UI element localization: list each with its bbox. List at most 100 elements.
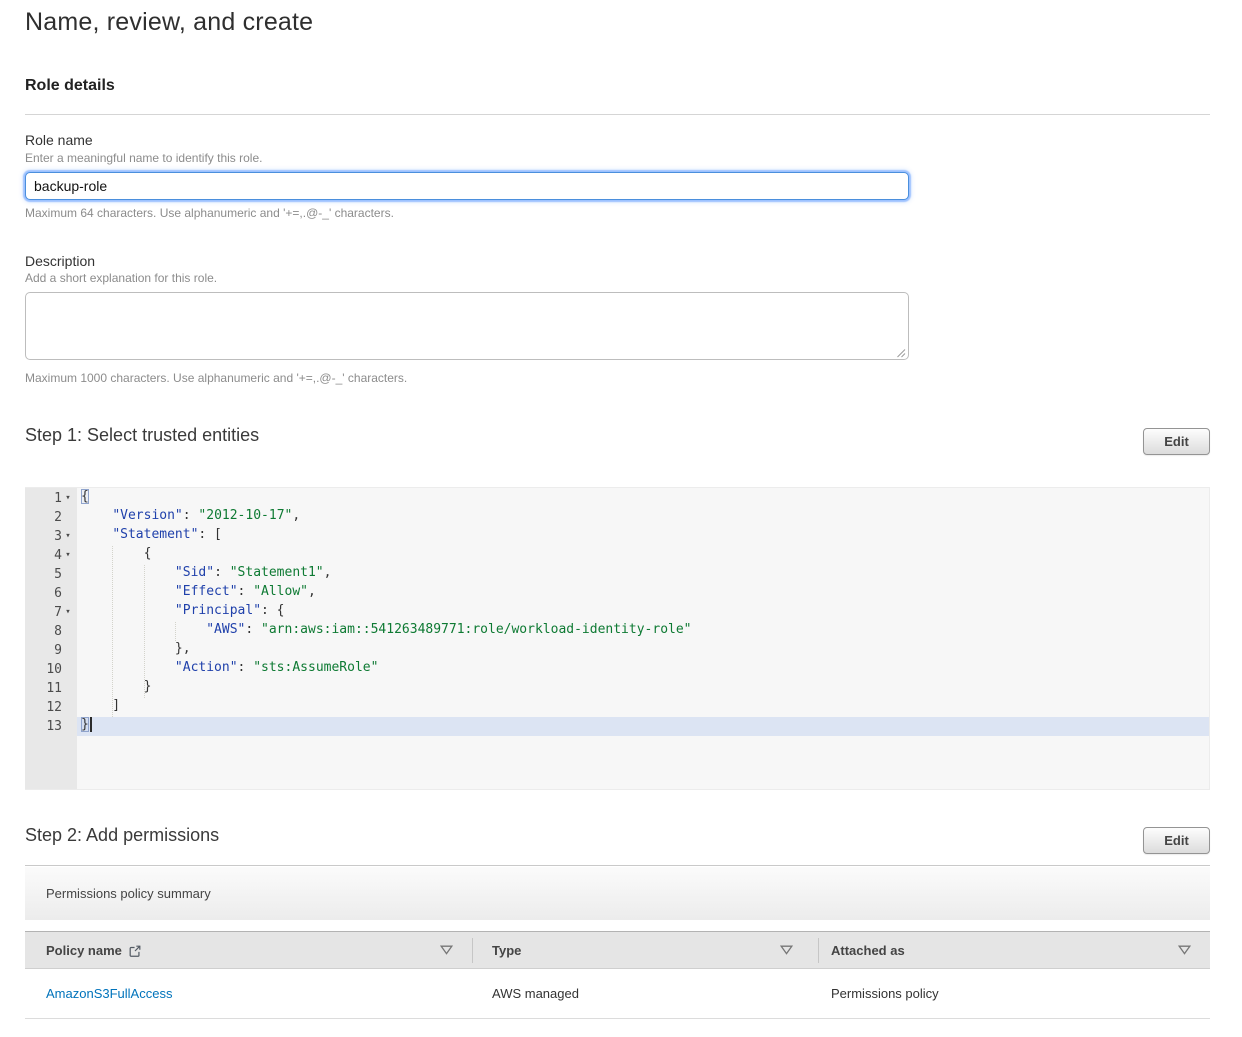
code-line: "Sid": "Statement1", xyxy=(77,565,1209,584)
code-token: , xyxy=(324,565,332,580)
description-label: Description xyxy=(25,253,95,269)
matched-bracket: } xyxy=(81,717,89,732)
role-name-help: Enter a meaningful name to identify this… xyxy=(25,151,262,165)
column-label: Type xyxy=(492,943,521,958)
trust-policy-editor[interactable]: 1▾23▾4▾567▾8910111213 { "Version": "2012… xyxy=(25,487,1210,790)
code-token: : xyxy=(245,622,261,637)
line-number: 6 xyxy=(54,586,62,601)
line-number: 4 xyxy=(54,548,62,563)
code-line: "Principal": { xyxy=(77,603,1209,622)
code-token: "Sid" xyxy=(175,565,214,580)
code-token xyxy=(81,527,112,542)
gutter-line: 13 xyxy=(25,717,77,736)
policy-type-cell: AWS managed xyxy=(492,986,579,1001)
column-header-policy-name: Policy name xyxy=(46,943,142,958)
code-token: "Allow" xyxy=(253,584,308,599)
code-token: "AWS" xyxy=(206,622,245,637)
permissions-summary-title: Permissions policy summary xyxy=(46,886,211,901)
code-token: "Action" xyxy=(175,660,238,675)
divider xyxy=(25,114,1210,115)
fold-arrow-icon[interactable]: ▾ xyxy=(62,489,74,508)
filter-icon-policy-name[interactable] xyxy=(440,945,453,955)
gutter-line: 7▾ xyxy=(25,603,77,622)
code-line: } xyxy=(77,717,1209,736)
code-token: : xyxy=(183,508,199,523)
line-number: 5 xyxy=(54,567,62,582)
filter-icon-type[interactable] xyxy=(780,945,793,955)
line-number: 1 xyxy=(54,491,62,506)
step2-heading: Step 2: Add permissions xyxy=(25,825,219,846)
editor-gutter: 1▾23▾4▾567▾8910111213 xyxy=(25,488,77,789)
external-link-icon xyxy=(128,944,142,958)
code-line: }, xyxy=(77,641,1209,660)
gutter-line: 9 xyxy=(25,641,77,660)
attached-as-cell: Permissions policy xyxy=(831,986,939,1001)
column-separator xyxy=(472,938,473,963)
filter-icon-attached-as[interactable] xyxy=(1178,945,1191,955)
column-separator xyxy=(818,938,819,963)
policy-name-link[interactable]: AmazonS3FullAccess xyxy=(46,986,172,1001)
divider xyxy=(25,865,1210,866)
code-token: , xyxy=(308,584,316,599)
code-token: , xyxy=(292,508,300,523)
line-number: 13 xyxy=(46,719,62,734)
role-name-constraint: Maximum 64 characters. Use alphanumeric … xyxy=(25,206,394,220)
code-token: : xyxy=(214,565,230,580)
code-token: : xyxy=(238,660,254,675)
code-token xyxy=(81,660,175,675)
line-number: 9 xyxy=(54,643,62,658)
fold-arrow-icon[interactable]: ▾ xyxy=(62,527,74,546)
code-token: "2012-10-17" xyxy=(198,508,292,523)
description-help: Add a short explanation for this role. xyxy=(25,271,217,285)
code-line: "Statement": [ xyxy=(77,527,1209,546)
indent-guide xyxy=(112,546,113,717)
line-number: 12 xyxy=(46,700,62,715)
description-textarea[interactable] xyxy=(25,292,909,360)
role-name-input[interactable] xyxy=(25,172,909,200)
editor-code: { "Version": "2012-10-17", "Statement": … xyxy=(77,488,1209,789)
gutter-line: 1▾ xyxy=(25,489,77,508)
gutter-line: 11 xyxy=(25,679,77,698)
code-token xyxy=(81,584,175,599)
gutter-line: 3▾ xyxy=(25,527,77,546)
column-label: Policy name xyxy=(46,943,122,958)
code-token: : xyxy=(238,584,254,599)
code-line: "Version": "2012-10-17", xyxy=(77,508,1209,527)
code-token: "Statement" xyxy=(112,527,198,542)
line-number: 2 xyxy=(54,510,62,525)
gutter-line: 12 xyxy=(25,698,77,717)
code-token: ] xyxy=(81,698,120,713)
indent-guide xyxy=(144,565,145,698)
step2-edit-button[interactable]: Edit xyxy=(1143,827,1210,854)
step1-heading: Step 1: Select trusted entities xyxy=(25,425,259,446)
code-line: "Action": "sts:AssumeRole" xyxy=(77,660,1209,679)
page-title: Name, review, and create xyxy=(25,8,313,37)
gutter-line: 6 xyxy=(25,584,77,603)
code-token: "sts:AssumeRole" xyxy=(253,660,378,675)
fold-arrow-icon[interactable]: ▾ xyxy=(62,603,74,622)
code-token: "arn:aws:iam::541263489771:role/workload… xyxy=(261,622,691,637)
code-line: } xyxy=(77,679,1209,698)
code-token: : { xyxy=(261,603,284,618)
line-number: 10 xyxy=(46,662,62,677)
line-number: 7 xyxy=(54,605,62,620)
fold-arrow-icon[interactable]: ▾ xyxy=(62,546,74,565)
code-token: "Principal" xyxy=(175,603,261,618)
gutter-line: 2 xyxy=(25,508,77,527)
gutter-line: 10 xyxy=(25,660,77,679)
line-number: 11 xyxy=(46,681,62,696)
permissions-table-header: Policy name Type Attached as xyxy=(25,931,1210,969)
code-token xyxy=(81,603,175,618)
step1-edit-button[interactable]: Edit xyxy=(1143,428,1210,455)
code-token: }, xyxy=(81,641,191,656)
editor-cursor xyxy=(90,717,92,732)
resize-handle-icon[interactable] xyxy=(895,347,906,358)
code-token: { xyxy=(81,546,151,561)
line-number: 3 xyxy=(54,529,62,544)
code-line: "Effect": "Allow", xyxy=(77,584,1209,603)
code-line: "AWS": "arn:aws:iam::541263489771:role/w… xyxy=(77,622,1209,641)
code-line: ] xyxy=(77,698,1209,717)
matched-bracket: { xyxy=(81,489,89,504)
permissions-summary-panel: Permissions policy summary xyxy=(25,867,1210,920)
code-line: { xyxy=(77,489,1209,508)
